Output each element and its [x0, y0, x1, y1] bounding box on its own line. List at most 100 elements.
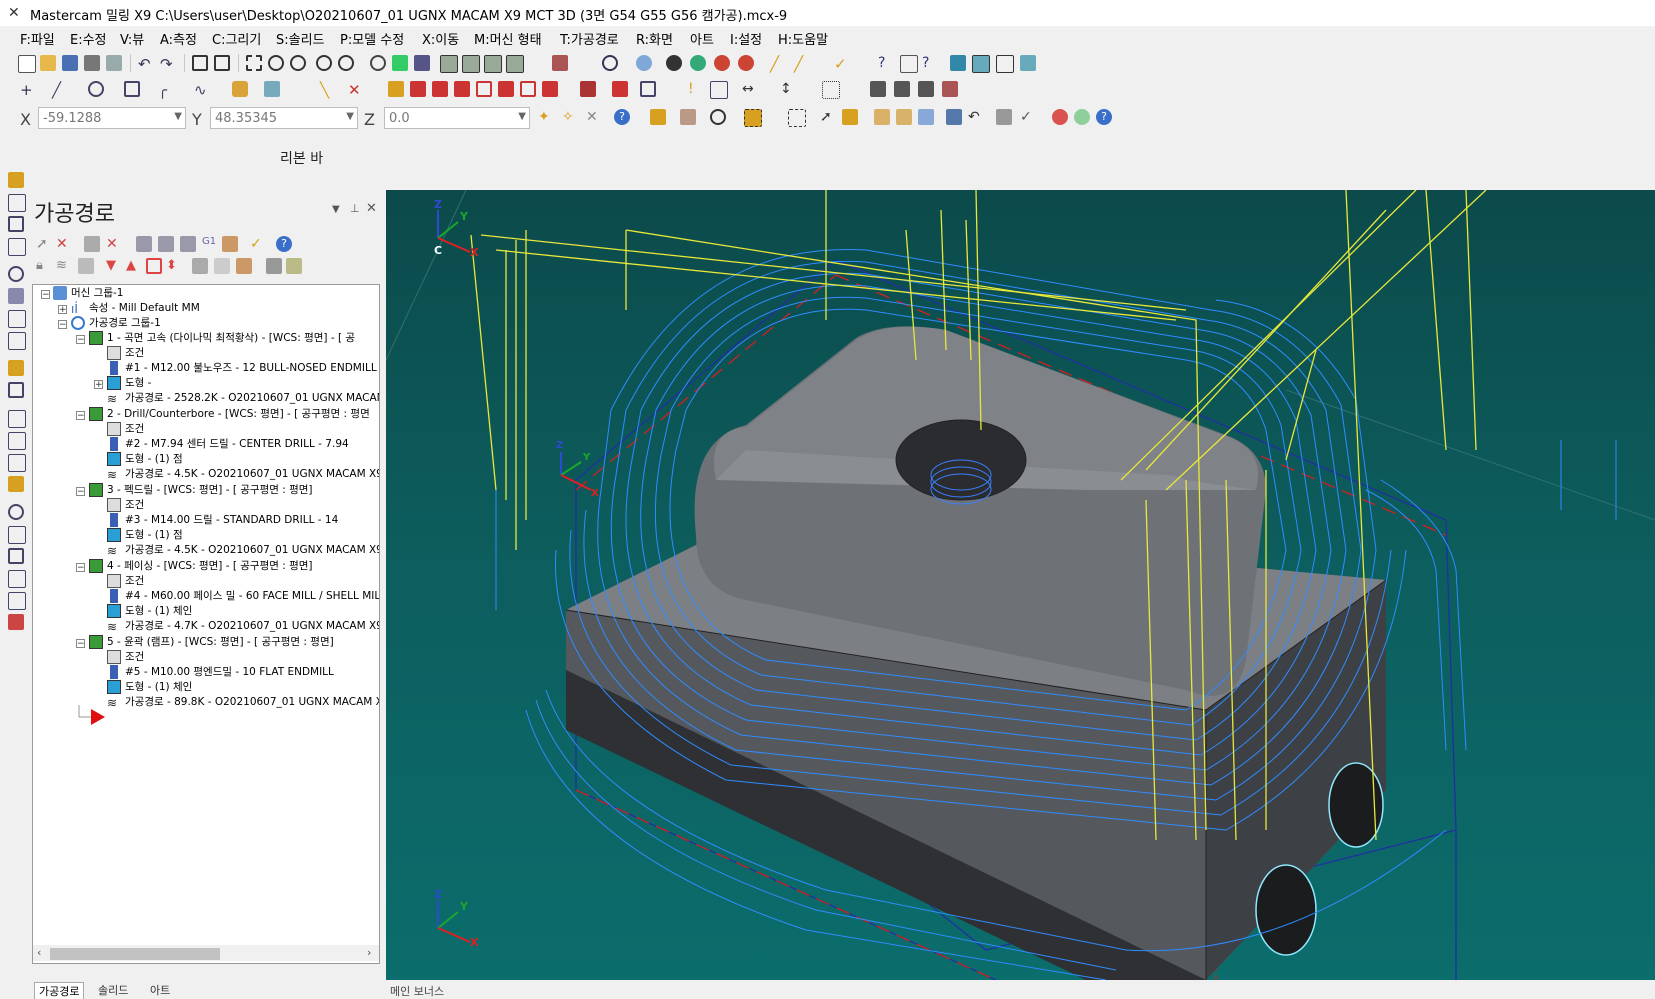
cursor-icon[interactable]: ➚: [820, 109, 836, 125]
toolstrip-icon-10[interactable]: [8, 382, 24, 398]
zoom-out-icon[interactable]: [338, 55, 354, 71]
z-coordinate-input[interactable]: 0.0 ▼: [384, 107, 530, 129]
delete-icon[interactable]: ✕: [348, 81, 364, 99]
fillet-icon[interactable]: ╭: [158, 81, 174, 99]
new-file-icon[interactable]: [18, 55, 36, 73]
line-icon[interactable]: ╱: [52, 81, 68, 99]
fast-point-icon[interactable]: ✦: [538, 109, 554, 125]
spline-icon[interactable]: ∿: [194, 81, 210, 99]
display-options-icon[interactable]: [214, 258, 230, 274]
menu-toolpaths[interactable]: T:가공경로: [560, 29, 619, 48]
scroll-left-icon[interactable]: ‹: [37, 946, 41, 959]
rotate-icon[interactable]: [370, 55, 386, 71]
isometric-view-icon[interactable]: [440, 55, 458, 73]
front-view-icon[interactable]: [484, 55, 502, 73]
menu-view[interactable]: V:뷰: [120, 29, 144, 48]
post-selected-icon[interactable]: G1: [202, 236, 218, 252]
xform-scale-icon[interactable]: [454, 81, 470, 97]
planes-icon[interactable]: [552, 55, 568, 71]
trim-icon[interactable]: ╲: [320, 81, 336, 99]
back-select-icon[interactable]: [946, 109, 962, 125]
window-select-icon[interactable]: [744, 109, 762, 127]
select-failed-ops-icon[interactable]: ✕: [56, 236, 72, 252]
toolstrip-icon-7[interactable]: [8, 310, 26, 328]
menu-screen[interactable]: R:화면: [636, 29, 673, 48]
graphics-viewport[interactable]: Z Y X C Z Y X Z Y X: [386, 190, 1655, 980]
statistics-icon[interactable]: [996, 55, 1014, 73]
select-all-ops-icon[interactable]: ➚: [36, 236, 52, 252]
menu-machine-type[interactable]: M:머신 형태: [474, 29, 542, 48]
analyze-distance-icon[interactable]: [900, 55, 918, 73]
xform-offset-icon[interactable]: [476, 81, 492, 97]
solid-icon[interactable]: [264, 81, 280, 97]
expand-icon[interactable]: +: [94, 380, 103, 390]
collapse-icon[interactable]: −: [76, 639, 85, 649]
toggle-display-icon[interactable]: ≋: [56, 258, 72, 274]
tab-solids[interactable]: 솔리드: [98, 982, 128, 998]
check-cursor-icon[interactable]: ✓: [1020, 109, 1036, 125]
vertical-dimension-icon[interactable]: ↕: [780, 81, 796, 97]
toolstrip-icon-20[interactable]: [8, 614, 24, 630]
panel-help-icon[interactable]: ?: [276, 236, 292, 252]
toolstrip-icon-3[interactable]: [8, 216, 24, 232]
hidden-line-icon[interactable]: [714, 55, 730, 71]
panel-dropdown-icon[interactable]: ▼: [332, 204, 340, 215]
undo-icon[interactable]: ↶: [138, 55, 154, 73]
nest-icon[interactable]: [640, 81, 656, 97]
solid-select-icon[interactable]: [842, 109, 858, 125]
toolstrip-icon-18[interactable]: [8, 570, 26, 588]
lock-icon[interactable]: 🔒︎: [36, 258, 52, 274]
collapse-icon[interactable]: −: [76, 335, 85, 345]
toolstrip-icon-6[interactable]: [8, 288, 24, 304]
shaded-icon[interactable]: [636, 55, 652, 71]
menu-model-prep[interactable]: P:모델 수정: [340, 29, 404, 48]
menu-analyze[interactable]: A:측정: [160, 29, 197, 48]
toggle-posting-icon[interactable]: [78, 258, 94, 274]
toolstrip-icon-2[interactable]: [8, 194, 26, 212]
toolstrip-icon-12[interactable]: [8, 432, 26, 450]
help-circle-icon[interactable]: ?: [1096, 109, 1112, 125]
stock-model-icon[interactable]: [286, 258, 302, 274]
machine-sim-icon[interactable]: [870, 81, 886, 97]
rectangle-icon[interactable]: [124, 81, 140, 97]
repaint-icon[interactable]: [214, 55, 230, 71]
xform-project-icon[interactable]: [498, 81, 514, 97]
tool-manager-icon[interactable]: [266, 258, 282, 274]
regenerate-selected-icon[interactable]: [84, 236, 100, 252]
autocursor-icon[interactable]: ✧: [562, 109, 578, 125]
x-coordinate-input[interactable]: -59.1288 ▼: [38, 107, 186, 129]
panel-close-icon[interactable]: ✕: [366, 201, 377, 216]
unzoom-icon[interactable]: [316, 55, 332, 71]
analyze-position-icon[interactable]: ?: [922, 55, 938, 71]
toolstrip-icon-17[interactable]: [8, 548, 24, 564]
save-icon[interactable]: [62, 55, 78, 71]
pan-icon[interactable]: [414, 55, 430, 71]
zoom-selected-icon[interactable]: [290, 55, 306, 71]
ok-circle-icon[interactable]: [1074, 109, 1090, 125]
toolstrip-icon-13[interactable]: [8, 454, 26, 472]
scroll-right-icon[interactable]: ›: [367, 946, 371, 959]
verify-icon[interactable]: [918, 81, 934, 97]
verify-select-icon[interactable]: [788, 109, 806, 127]
tab-toolpaths[interactable]: 가공경로: [34, 982, 85, 999]
zoom-window-icon[interactable]: [246, 55, 262, 71]
xform-dynamic-icon[interactable]: [580, 81, 596, 97]
toolstrip-icon-8[interactable]: [8, 332, 26, 350]
regen-options-icon[interactable]: [236, 258, 252, 274]
panel-pin-icon[interactable]: ⊥: [350, 202, 360, 215]
body-select-icon[interactable]: [896, 109, 912, 125]
toolstrip-icon-1[interactable]: [8, 172, 24, 188]
horizontal-dimension-icon[interactable]: ↔: [742, 81, 758, 97]
regenerate-dirty-icon[interactable]: ✕: [106, 236, 122, 252]
array-icon[interactable]: [612, 81, 628, 97]
zoom-target-icon[interactable]: [268, 55, 284, 71]
backplot-selected-icon[interactable]: [136, 236, 152, 252]
menu-settings[interactable]: I:설정: [730, 29, 762, 48]
verify-cursor-icon[interactable]: ↶: [968, 109, 984, 125]
simulate-selected-icon[interactable]: [180, 236, 196, 252]
collapse-icon[interactable]: −: [76, 487, 85, 497]
menu-edit[interactable]: E:수정: [70, 29, 107, 48]
analyze-icon[interactable]: ?: [878, 55, 894, 71]
delete-ops-icon[interactable]: ✓: [250, 236, 266, 252]
color-icon[interactable]: ✓: [834, 55, 850, 73]
